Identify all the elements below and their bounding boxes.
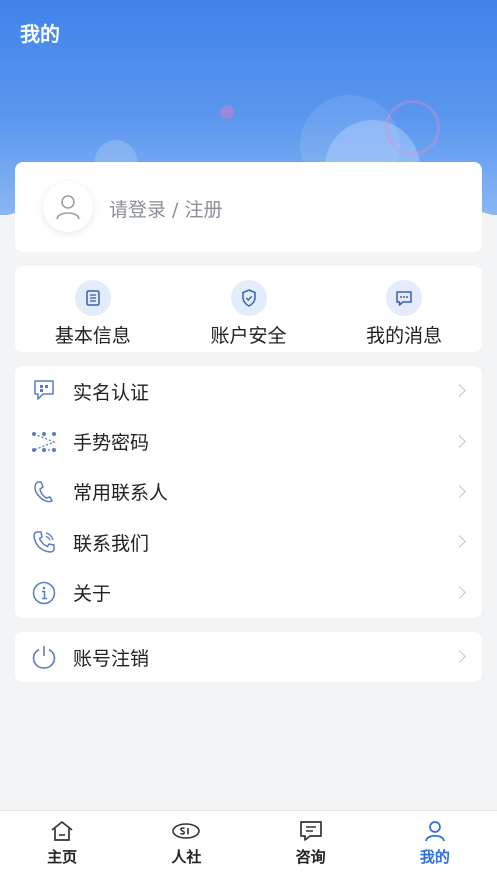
menu-item-real-name-auth[interactable]: 实名认证 [15,366,482,416]
shield-check-icon [230,280,267,316]
page-title: 我的 [20,22,60,46]
menu-item-label: 实名认证 [73,381,150,404]
menu-item-contact-us[interactable]: 联系我们 [15,517,482,567]
chat-bubble-icon [386,280,423,316]
tab-label: 人社 [171,848,202,866]
quick-item-my-messages[interactable]: 我的消息 [326,266,482,352]
document-list-icon [74,280,111,316]
message-icon [296,818,326,844]
tab-social-security[interactable]: 人社 [124,811,248,883]
decor-ring [385,100,440,155]
tab-label: 咨询 [295,848,326,866]
avatar[interactable] [43,182,93,232]
quick-actions-card: 基本信息 账户安全 我的消息 [15,266,482,352]
info-icon [29,578,59,608]
quick-item-label: 基本信息 [54,325,131,347]
si-logo-icon [171,818,201,844]
chevron-right-icon [453,485,466,498]
user-avatar-icon [56,195,80,220]
quick-item-label: 我的消息 [366,325,443,347]
menu-item-label: 手势密码 [73,432,150,455]
menu-item-label: 联系我们 [73,532,150,555]
menu-item-contacts[interactable]: 常用联系人 [15,467,482,517]
tab-home[interactable]: 主页 [0,811,124,883]
quick-item-account-security[interactable]: 账户安全 [171,266,327,352]
chevron-right-icon [453,535,466,549]
phone-icon [29,527,59,557]
contacts-icon [29,477,59,507]
bottom-tab-bar: 主页 人社 咨询 我的 [0,810,497,883]
chevron-right-icon [453,384,466,398]
power-icon [29,642,59,672]
quick-item-basic-info[interactable]: 基本信息 [15,266,171,352]
id-verify-icon [29,376,59,406]
menu-item-account-cancel[interactable]: 账号注销 [15,632,482,682]
chevron-right-icon [453,650,466,663]
decor-dot [220,105,234,119]
user-icon [420,818,450,844]
settings-menu: 实名认证 手势密码 常用联系人 联系我们 关于 [15,366,482,618]
quick-item-label: 账户安全 [210,325,287,347]
home-icon [47,818,77,844]
menu-item-label: 关于 [73,583,112,606]
menu-item-label: 常用联系人 [73,482,169,505]
login-card[interactable]: 请登录 / 注册 [15,162,482,252]
tab-mine[interactable]: 我的 [373,811,497,883]
login-register-link[interactable]: 请登录 / 注册 [109,195,222,222]
menu-item-about[interactable]: 关于 [15,568,482,618]
menu-item-label: 账号注销 [73,647,150,670]
tab-label: 我的 [419,848,450,866]
gesture-pattern-icon [29,427,59,457]
chevron-right-icon [453,585,466,599]
menu-item-gesture-password[interactable]: 手势密码 [15,416,482,466]
tab-label: 主页 [47,848,78,866]
tab-consult[interactable]: 咨询 [249,811,373,883]
chevron-right-icon [453,434,466,448]
account-cancel-card: 账号注销 [15,632,482,682]
